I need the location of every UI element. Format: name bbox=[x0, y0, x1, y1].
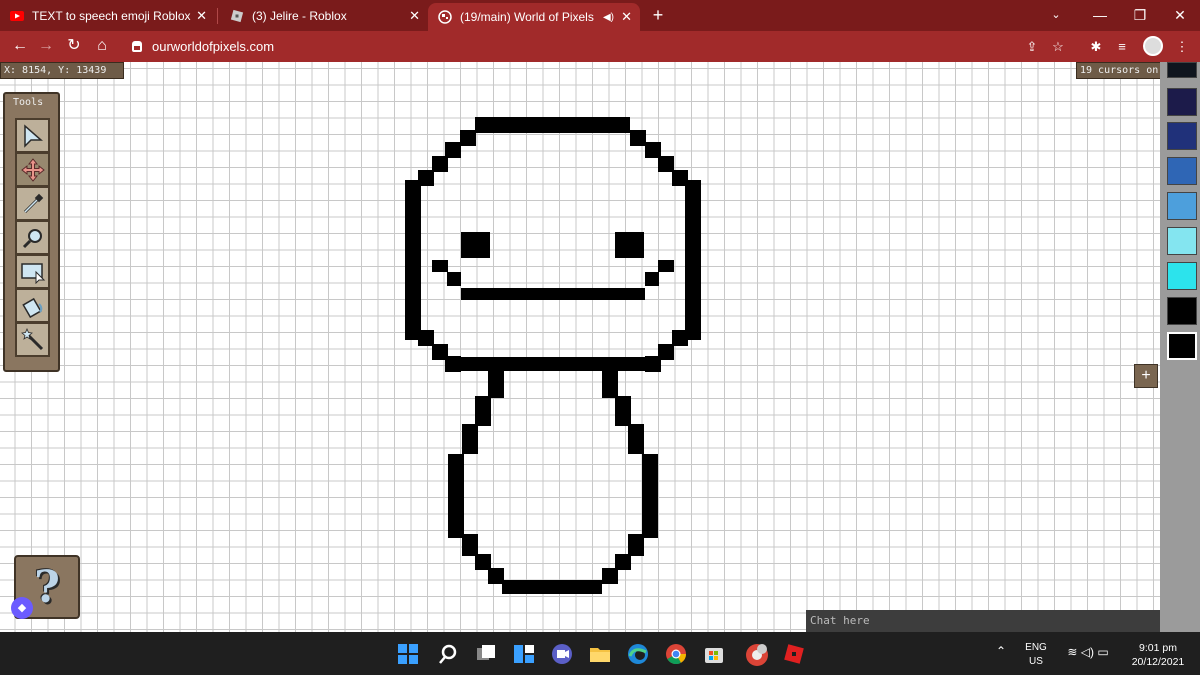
microsoft-store-icon[interactable] bbox=[702, 642, 726, 666]
color-swatch[interactable] bbox=[1167, 227, 1197, 255]
share-icon[interactable]: ⇪ bbox=[1022, 37, 1042, 57]
area-export-tool-button[interactable] bbox=[15, 254, 50, 289]
wifi-icon: ≋ bbox=[1067, 645, 1078, 659]
region-text: US bbox=[1029, 656, 1043, 667]
restore-button[interactable]: ❐ bbox=[1120, 0, 1160, 31]
chrome-profile-icon[interactable] bbox=[744, 642, 768, 666]
new-tab-button[interactable]: + bbox=[648, 5, 668, 25]
reload-icon[interactable]: ↻ bbox=[62, 34, 86, 58]
zoom-tool-button[interactable] bbox=[15, 220, 50, 255]
home-icon[interactable]: ⌂ bbox=[90, 34, 114, 58]
roblox-taskbar-icon[interactable] bbox=[782, 642, 806, 666]
lock-icon bbox=[132, 41, 142, 52]
close-window-button[interactable]: ✕ bbox=[1160, 0, 1200, 31]
color-swatch[interactable] bbox=[1167, 122, 1197, 150]
minimize-button[interactable]: — bbox=[1080, 0, 1120, 31]
selected-color-swatch[interactable] bbox=[1167, 332, 1197, 360]
roblox-icon bbox=[230, 9, 244, 23]
pipette-tool-button[interactable] bbox=[15, 186, 50, 221]
question-mark-icon: ? bbox=[34, 561, 60, 613]
extensions-icon[interactable]: ✱ bbox=[1086, 37, 1106, 57]
color-swatch[interactable] bbox=[1167, 297, 1197, 325]
chat-input[interactable]: Chat here bbox=[806, 610, 1160, 632]
back-icon[interactable]: ← bbox=[8, 34, 32, 58]
edge-icon[interactable] bbox=[626, 642, 650, 666]
address-bar[interactable]: ourworldofpixels.com bbox=[120, 33, 1080, 60]
owop-icon bbox=[438, 10, 452, 24]
zoom-icon bbox=[22, 228, 42, 248]
tab-title: (3) Jelire - Roblox bbox=[252, 8, 347, 23]
tab-search-icon[interactable]: ⌄ bbox=[1036, 0, 1076, 31]
add-color-button[interactable]: + bbox=[1134, 364, 1158, 388]
audio-icon[interactable]: ◀) bbox=[603, 12, 614, 23]
cursor-tool-button[interactable] bbox=[15, 118, 50, 153]
forward-icon[interactable]: → bbox=[34, 34, 58, 58]
clock-date: 20/12/2021 bbox=[1131, 656, 1185, 668]
profile-avatar[interactable] bbox=[1143, 36, 1163, 56]
roblox-extension-icon[interactable]: ◆ bbox=[11, 597, 33, 619]
color-swatch[interactable] bbox=[1167, 192, 1197, 220]
cursor-count: 19 cursors on bbox=[1076, 62, 1168, 79]
wand-icon bbox=[20, 327, 43, 350]
tools-window[interactable]: Tools bbox=[3, 92, 60, 372]
pixel-canvas[interactable] bbox=[0, 62, 1200, 632]
teams-chat-icon[interactable] bbox=[550, 642, 574, 666]
task-view-icon[interactable] bbox=[474, 642, 498, 666]
tab-title: TEXT to speech emoji Roblox bbox=[32, 8, 191, 23]
network-volume-battery[interactable]: ≋ ◁) ▭ bbox=[1062, 645, 1114, 659]
clock[interactable]: 9:01 pm 20/12/2021 bbox=[1122, 641, 1194, 669]
close-icon[interactable]: ✕ bbox=[621, 9, 632, 25]
windows-start-icon[interactable] bbox=[396, 642, 420, 666]
battery-icon: ▭ bbox=[1097, 645, 1109, 659]
language-indicator[interactable]: ENG US bbox=[1020, 641, 1052, 669]
bucket-icon bbox=[21, 297, 42, 318]
menu-icon[interactable]: ⋮ bbox=[1172, 37, 1192, 57]
address-text: ourworldofpixels.com bbox=[152, 39, 275, 54]
move-tool-button[interactable] bbox=[15, 152, 50, 187]
media-queue-icon[interactable]: ≡ bbox=[1112, 37, 1132, 57]
widgets-icon[interactable] bbox=[512, 642, 536, 666]
tab-roblox[interactable]: (3) Jelire - Roblox ✕ bbox=[220, 0, 428, 31]
file-explorer-icon[interactable] bbox=[588, 642, 612, 666]
youtube-icon bbox=[10, 9, 24, 23]
tab-title: (19/main) World of Pixels bbox=[460, 10, 594, 24]
pixel-drawing bbox=[405, 117, 701, 594]
pipette-icon bbox=[23, 193, 43, 213]
close-icon[interactable]: ✕ bbox=[409, 8, 420, 24]
tools-title: Tools bbox=[13, 97, 44, 108]
clock-time: 9:01 pm bbox=[1139, 642, 1177, 654]
tab-youtube[interactable]: TEXT to speech emoji Roblox ✕ bbox=[0, 0, 215, 31]
close-icon[interactable]: ✕ bbox=[196, 8, 207, 24]
tab-world-of-pixels[interactable]: (19/main) World of Pixels ◀) ✕ bbox=[428, 3, 640, 31]
bookmark-star-icon[interactable]: ☆ bbox=[1048, 37, 1068, 57]
coordinates-display: X: 8154, Y: 13439 bbox=[0, 62, 124, 79]
color-swatch[interactable] bbox=[1167, 88, 1197, 116]
windows-taskbar: ⌃ ENG US ≋ ◁) ▭ 9:01 pm 20/12/2021 bbox=[0, 632, 1200, 675]
chrome-icon[interactable] bbox=[664, 642, 688, 666]
screen: { "browser": { "tabs": [ {"title": "TEXT… bbox=[0, 0, 1200, 675]
volume-icon: ◁) bbox=[1080, 645, 1094, 659]
cursor-icon bbox=[23, 123, 43, 148]
move-icon bbox=[20, 157, 45, 182]
area-select-icon bbox=[20, 262, 45, 284]
search-icon[interactable] bbox=[436, 642, 460, 666]
wand-tool-button[interactable] bbox=[15, 322, 50, 357]
tray-overflow-icon[interactable]: ⌃ bbox=[996, 644, 1006, 658]
browser-toolbar: ← → ↻ ⌂ ourworldofpixels.com ⇪ ☆ ✱ ≡ ⋮ bbox=[0, 31, 1200, 62]
color-swatch[interactable] bbox=[1167, 262, 1197, 290]
color-swatch[interactable] bbox=[1167, 62, 1197, 78]
color-swatch[interactable] bbox=[1167, 157, 1197, 185]
tab-strip: TEXT to speech emoji Roblox ✕ (3) Jelire… bbox=[0, 0, 1200, 31]
language-text: ENG bbox=[1025, 642, 1047, 653]
fill-tool-button[interactable] bbox=[15, 288, 50, 323]
color-palette bbox=[1160, 62, 1200, 632]
